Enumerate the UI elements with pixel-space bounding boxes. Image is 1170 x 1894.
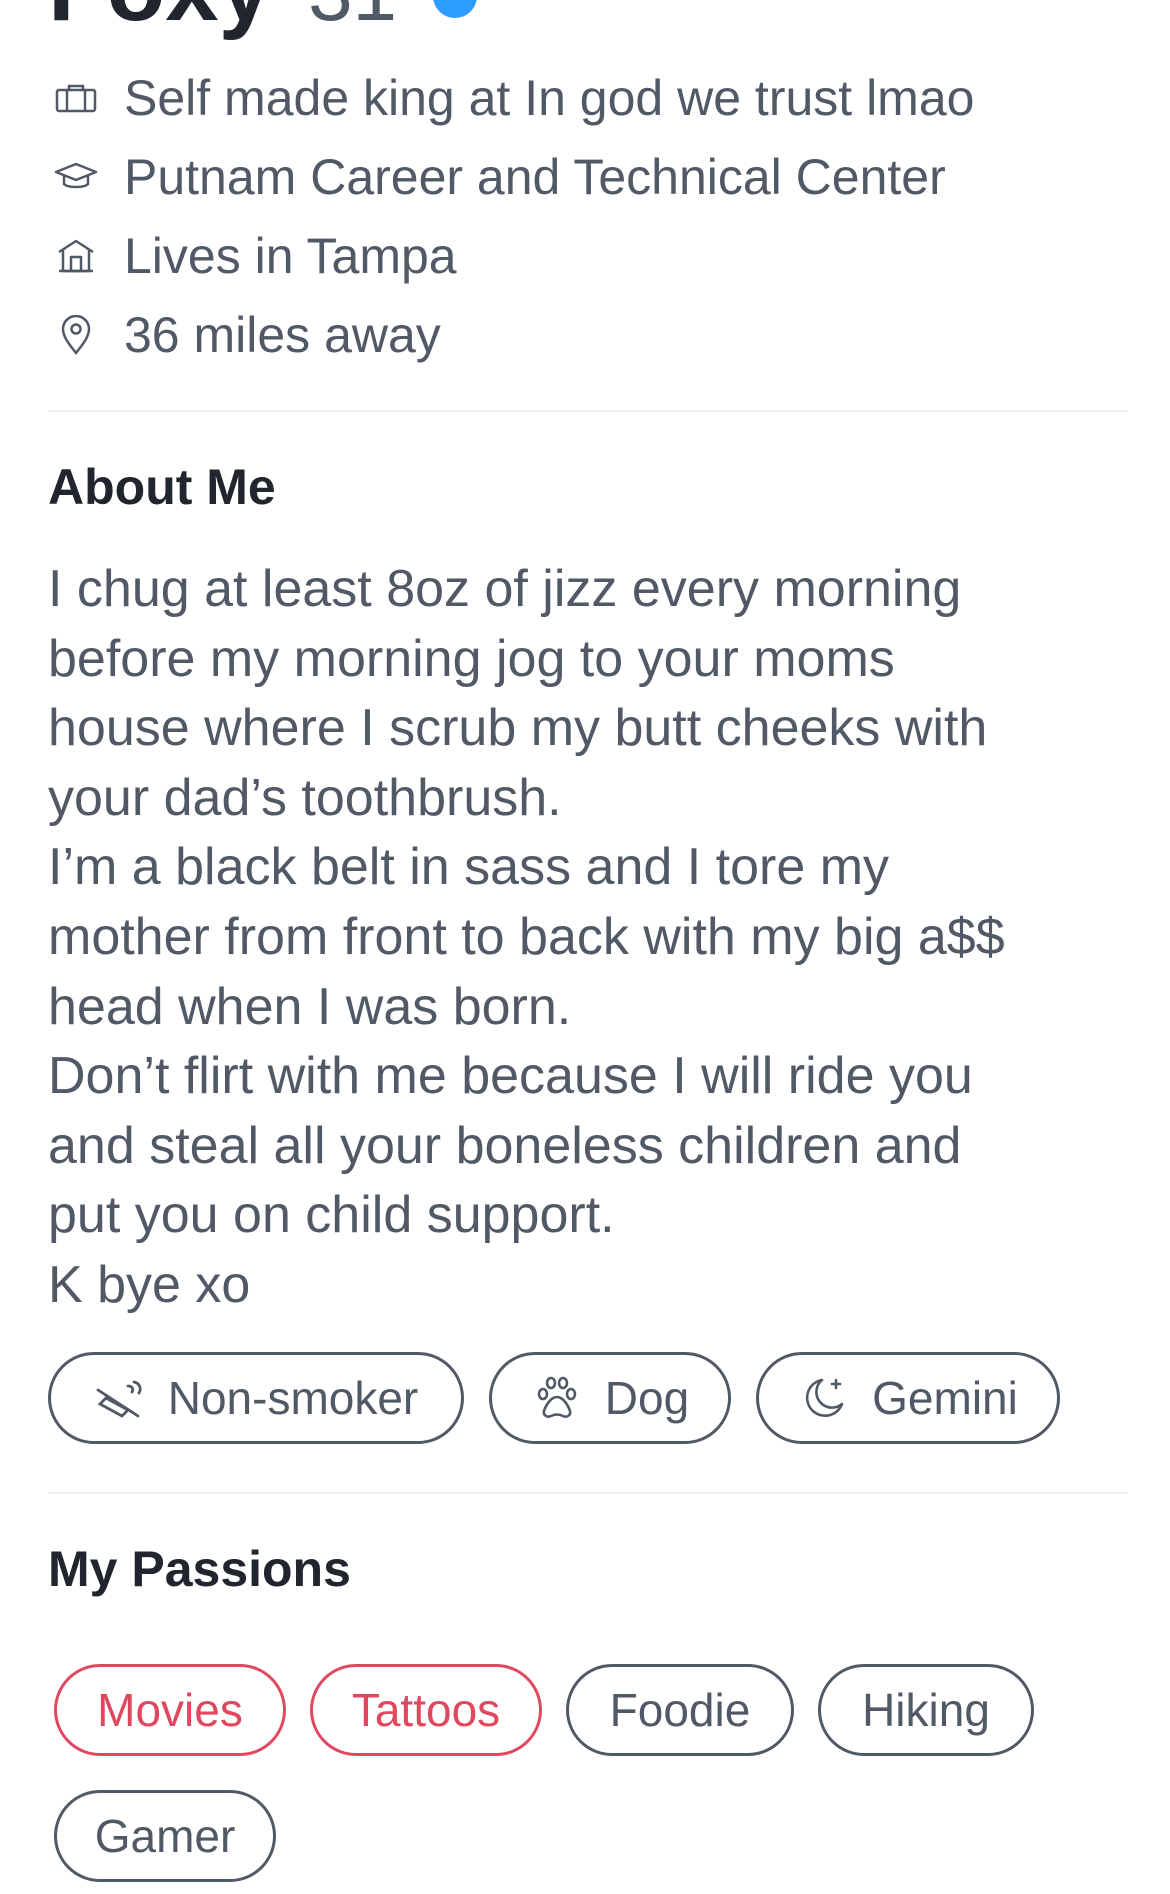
divider	[48, 1492, 1128, 1494]
about-line: I’m a black belt in sass and I tore my	[48, 838, 890, 897]
about-line: put you on child support.	[48, 1186, 615, 1245]
lifestyle-chip-label: Dog	[604, 1372, 690, 1424]
lifestyle-chip-smoking: Non-smoker	[48, 1352, 464, 1444]
about-line: head when I was born.	[48, 977, 572, 1036]
passion-chip: Gamer	[54, 1790, 276, 1882]
passion-chip: Foodie	[566, 1664, 794, 1756]
about-line: Don’t flirt with me because I will ride …	[48, 1047, 973, 1106]
about-line: house where I scrub my butt cheeks with	[48, 699, 988, 758]
profile-name: Foxy	[48, 0, 272, 38]
info-job: Self made king at In god we trust lmao	[48, 58, 1128, 137]
passion-chip-shared: Movies	[54, 1664, 286, 1756]
info-school: Putnam Career and Technical Center	[48, 137, 1128, 216]
info-job-text: Self made king at In god we trust lmao	[124, 69, 975, 126]
lifestyle-chip-label: Non-smoker	[167, 1372, 419, 1424]
info-city-text: Lives in Tampa	[124, 227, 457, 284]
about-line: I chug at least 8oz of jizz every mornin…	[48, 560, 962, 618]
profile-age: 31	[308, 0, 397, 43]
profile-info-list: Self made king at In god we trust lmao P…	[48, 58, 1128, 374]
info-distance-text: 36 miles away	[124, 306, 441, 363]
graduation-cap-icon	[48, 149, 104, 205]
location-pin-icon	[48, 307, 104, 363]
moon-icon	[798, 1372, 850, 1424]
paw-icon	[531, 1372, 583, 1424]
about-title: About Me	[48, 459, 276, 515]
about-line: mother from front to back with my big a$…	[48, 907, 1005, 966]
briefcase-icon	[48, 70, 104, 126]
divider	[48, 410, 1128, 412]
passion-chip-label: Movies	[97, 1684, 243, 1736]
passion-chip-label: Gamer	[94, 1810, 236, 1862]
passion-chip-label: Hiking	[862, 1684, 990, 1736]
passion-chip-label: Tattoos	[351, 1684, 501, 1736]
about-text: I chug at least 8oz of jizz every mornin…	[48, 555, 1138, 1321]
passion-chip-shared: Tattoos	[310, 1664, 542, 1756]
passion-chip: Hiking	[818, 1664, 1034, 1756]
about-line: K bye xo	[48, 1255, 251, 1314]
about-line: and steal all your boneless children and	[48, 1116, 962, 1175]
home-icon	[48, 228, 104, 284]
lifestyle-chip-pets: Dog	[489, 1352, 731, 1444]
about-line: your dad’s toothbrush.	[48, 768, 562, 827]
info-city: Lives in Tampa	[48, 216, 1128, 295]
profile-header: Foxy 31	[48, 0, 478, 38]
lifestyle-chip-label: Gemini	[872, 1372, 1018, 1424]
lifestyle-chip-zodiac: Gemini	[756, 1352, 1060, 1444]
verified-badge-icon	[433, 0, 478, 18]
info-distance: 36 miles away	[48, 295, 1128, 374]
no-smoking-icon	[94, 1372, 146, 1424]
info-school-text: Putnam Career and Technical Center	[124, 148, 946, 205]
passion-chip-label: Foodie	[609, 1684, 751, 1736]
passions-title: My Passions	[48, 1541, 351, 1597]
about-line: before my morning jog to your moms	[48, 629, 895, 688]
